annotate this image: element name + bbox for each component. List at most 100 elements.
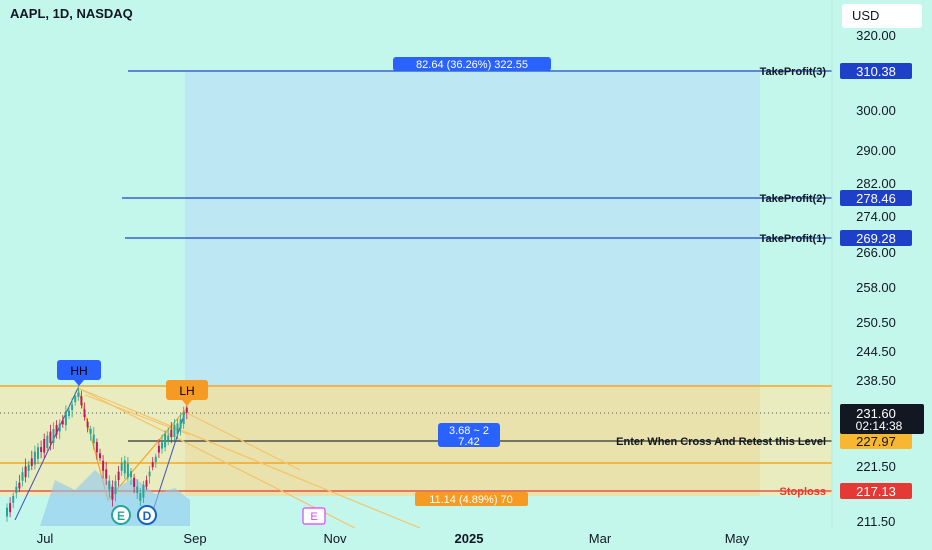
- candle-body: [6, 507, 8, 517]
- x-tick-label: May: [725, 531, 750, 546]
- y-tick-label: 258.00: [856, 280, 896, 295]
- candle-body: [21, 472, 24, 481]
- y-tick-label: 250.50: [856, 315, 896, 330]
- y-tick-label: 300.00: [856, 103, 896, 118]
- candle-body: [170, 429, 173, 438]
- candle-body: [142, 484, 145, 498]
- candle-body: [71, 404, 74, 411]
- candle-body: [27, 464, 30, 471]
- x-tick-label: 2025: [455, 531, 484, 546]
- price-tag-label: 217.13: [856, 484, 896, 499]
- candle-body: [173, 424, 176, 437]
- x-tick-label: Nov: [323, 531, 347, 546]
- event-marker-label: E: [117, 509, 125, 523]
- candle-body: [89, 428, 92, 434]
- event-marker-label: E: [310, 511, 317, 523]
- level-name-label: TakeProfit(3): [760, 66, 827, 78]
- candle-body: [120, 462, 123, 471]
- candle-body: [46, 435, 49, 449]
- candle-body: [15, 486, 18, 494]
- candle-body: [148, 471, 151, 477]
- candle-body: [68, 410, 70, 416]
- level-name-label: TakeProfit(2): [760, 193, 827, 205]
- candle-body: [12, 495, 15, 503]
- candle-body: [74, 395, 77, 403]
- y-tick-label: 274.00: [856, 209, 896, 224]
- price-tag-label: 278.46: [856, 191, 896, 206]
- level-name-label: TakeProfit(1): [760, 233, 827, 245]
- candle-body: [161, 442, 163, 449]
- candle-body: [164, 433, 167, 448]
- candle-body: [139, 492, 142, 501]
- price-tag-label: 310.38: [856, 64, 896, 79]
- candle-body: [33, 451, 36, 465]
- event-marker-label: D: [143, 509, 152, 523]
- y-tick-label: 282.00: [856, 176, 896, 191]
- candle-body: [114, 481, 117, 495]
- symbol-title[interactable]: AAPL, 1D, NASDAQ: [10, 6, 133, 21]
- price-tag-label: 227.97: [856, 434, 896, 449]
- candle-body: [9, 503, 12, 513]
- pivot-hh-label: HH: [70, 364, 87, 378]
- candle-body: [95, 441, 98, 453]
- candle-body: [111, 486, 114, 500]
- candle-body: [117, 471, 120, 481]
- candle-body: [157, 445, 160, 453]
- candle-body: [182, 412, 185, 425]
- candle-body: [86, 421, 89, 428]
- candle-body: [102, 460, 105, 471]
- target-zone: [185, 72, 760, 390]
- y-tick-label: 290.00: [856, 143, 896, 158]
- candle-body: [52, 428, 55, 443]
- candle-body: [58, 423, 61, 432]
- candle-body: [126, 463, 129, 478]
- countdown-label: 02:14:38: [856, 419, 903, 433]
- candle-body: [64, 411, 67, 426]
- target-measure-label: 82.64 (36.26%) 322.55: [416, 59, 528, 71]
- candle-body: [145, 480, 148, 487]
- candle-body: [83, 409, 86, 417]
- price-chart[interactable]: HH LH E D E 82.64 (36.26%) 322.55 11.14 (4.89%…: [0, 0, 932, 550]
- x-tick-label: Sep: [183, 531, 206, 546]
- candle-body: [40, 447, 43, 452]
- candle-body: [130, 471, 132, 478]
- pivot-lh-label: LH: [179, 384, 194, 398]
- candle-body: [92, 434, 95, 444]
- x-tick-label: Jul: [37, 531, 54, 546]
- pivot-hh-pointer: [74, 380, 84, 386]
- currency-selector[interactable]: USD: [842, 4, 922, 28]
- chart-stage: HH LH E D E 82.64 (36.26%) 322.55 11.14 (4.89%…: [0, 0, 932, 550]
- candle-body: [167, 435, 170, 441]
- candle-body: [77, 392, 80, 397]
- candle-body: [151, 462, 154, 468]
- candle-body: [43, 438, 46, 453]
- candle-body: [108, 480, 111, 490]
- y-tick-label: 244.50: [856, 344, 896, 359]
- price-tag-label: 269.28: [856, 231, 896, 246]
- y-tick-label: 266.00: [856, 245, 896, 260]
- candle-body: [24, 466, 27, 478]
- candle-body: [133, 477, 136, 487]
- level-name-label: Enter When Cross And Retest this Level: [616, 436, 826, 448]
- candle-body: [105, 469, 108, 479]
- candle-body: [30, 458, 33, 466]
- candle-body: [49, 431, 52, 444]
- candle-body: [99, 453, 101, 459]
- candle-body: [18, 482, 21, 489]
- candle-body: [176, 423, 179, 435]
- candle-body: [185, 407, 188, 413]
- y-tick-label: 221.50: [856, 459, 896, 474]
- candle-body: [154, 456, 157, 463]
- candle-body: [123, 460, 126, 474]
- ratio-label-line2: 7.42: [458, 436, 479, 448]
- candle-body: [55, 425, 58, 435]
- y-tick-label: 211.50: [857, 514, 896, 529]
- x-tick-label: Mar: [589, 531, 612, 546]
- candle-body: [80, 396, 83, 406]
- level-name-label: Stoploss: [780, 486, 826, 498]
- candle-body: [179, 419, 182, 429]
- candle-body: [61, 420, 64, 425]
- candle-body: [37, 447, 39, 459]
- y-tick-label: 320.00: [856, 28, 896, 43]
- candle-body: [136, 486, 139, 493]
